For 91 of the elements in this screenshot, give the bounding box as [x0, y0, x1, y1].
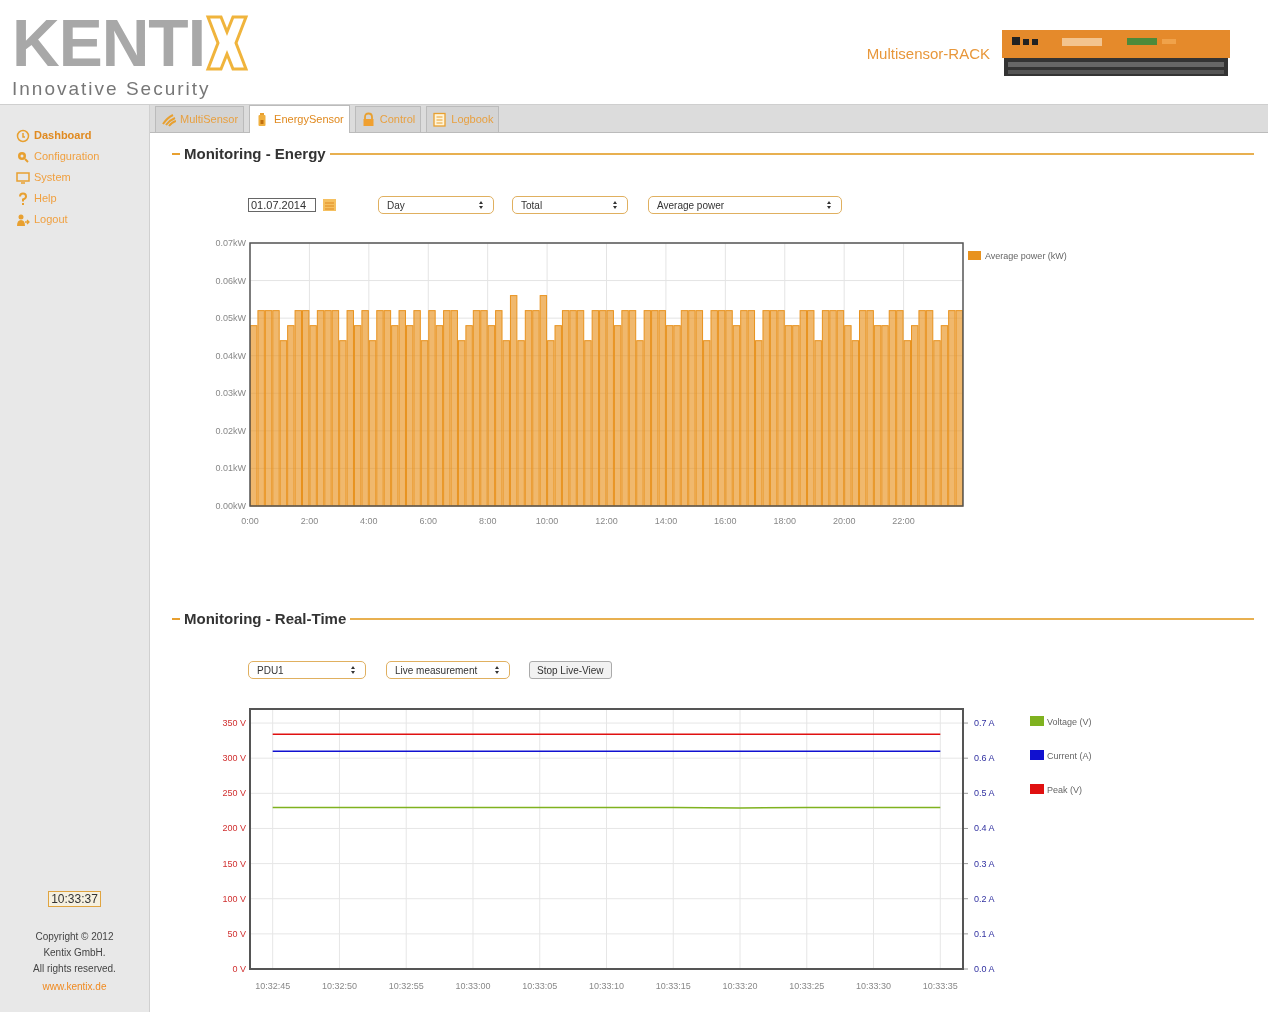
tick-label: 0.03kW — [215, 388, 246, 399]
select-arrows-icon — [611, 199, 619, 211]
tick-label: 18:00 — [773, 516, 796, 526]
tick-label: 10:32:45 — [255, 981, 291, 991]
tick-label: 8:00 — [478, 516, 497, 526]
sidebar-link[interactable]: Configuration — [16, 148, 149, 165]
tick-label: 10:33:10 — [589, 981, 624, 991]
sidebar-link[interactable]: Dashboard — [16, 127, 149, 144]
select-arrows-icon — [825, 199, 833, 211]
tab[interactable]: MultiSensor — [155, 106, 245, 132]
tick-label: 0.05kW — [215, 313, 246, 324]
tab[interactable]: Control — [354, 106, 422, 132]
tick-label: 0.4 A — [974, 823, 995, 834]
tab[interactable]: EnergySensor — [249, 105, 350, 133]
waves-icon — [161, 112, 176, 127]
section-heading: Monitoring - Real-Time — [184, 608, 347, 629]
tick-label: 0:00 — [241, 516, 259, 526]
logout-icon — [16, 212, 30, 227]
tick-label: 250 V — [222, 788, 246, 799]
copyright-text: Kentix GmbH. — [43, 947, 106, 959]
tick-label: 10:33:25 — [789, 981, 825, 991]
tick-label: 20:00 — [832, 516, 856, 526]
select-arrows-icon — [493, 664, 501, 676]
tick-label: 0.01kW — [215, 463, 246, 474]
tick-label: 10:33:30 — [856, 981, 892, 991]
copyright-text: Copyright © 2012 — [35, 931, 114, 943]
tick-label: 0.06kW — [215, 275, 246, 286]
tick-label: 0 V — [232, 964, 246, 974]
dashboard-icon — [16, 128, 30, 143]
date-input[interactable]: 01.07.2014 — [248, 198, 316, 212]
tick-label: 4:00 — [360, 516, 378, 526]
help-icon — [16, 191, 30, 206]
tick-label: 0.00kW — [215, 501, 246, 511]
calendar-icon — [322, 198, 337, 212]
notebook-icon — [432, 112, 448, 127]
monitor-icon — [16, 170, 30, 185]
dropdown[interactable]: Day — [378, 196, 494, 214]
select-arrows-icon — [349, 664, 357, 676]
tick-label: 300 V — [222, 753, 246, 764]
tick-label: 6:00 — [419, 516, 437, 526]
tick-label: 50 V — [227, 928, 246, 939]
tick-label: 0.02kW — [215, 425, 246, 436]
tick-label: 14:00 — [654, 516, 678, 526]
tick-label: 10:32:50 — [321, 981, 357, 991]
dropdown[interactable]: Average power — [648, 196, 842, 214]
tick-label: 10:33:00 — [455, 981, 491, 991]
legend-label: Current (A) — [1047, 751, 1092, 761]
tick-label: 12:00 — [595, 516, 618, 526]
tick-label: 10:33:05 — [522, 981, 558, 991]
stop-live-view-button[interactable]: Stop Live-View — [529, 661, 612, 679]
tick-label: 0.1 A — [974, 928, 995, 939]
dropdown[interactable]: Total — [512, 196, 628, 214]
select-arrows-icon — [477, 199, 485, 211]
clock-display: 10:33:37 — [48, 891, 101, 907]
logo-x-icon — [205, 14, 249, 72]
sidebar-link[interactable]: Help — [16, 190, 149, 207]
tick-label: 0.04kW — [215, 350, 246, 361]
tick-label: 0.0 A — [974, 964, 995, 974]
dropdown[interactable]: Live measurement — [386, 661, 510, 679]
tick-label: 0.6 A — [974, 753, 995, 764]
tick-label: 2:00 — [300, 516, 319, 526]
tick-label: 0.07kW — [215, 238, 246, 248]
tick-label: 0.3 A — [974, 858, 995, 869]
tick-label: 100 V — [222, 893, 246, 904]
tick-label: 0.7 A — [974, 718, 995, 729]
tick-label: 10:32:55 — [388, 981, 424, 991]
tick-label: 10:00 — [535, 516, 559, 526]
website-link[interactable]: www.kentix.de — [42, 979, 107, 994]
sidebar-link[interactable]: Logout — [16, 211, 149, 228]
legend-label: Peak (V) — [1047, 785, 1082, 795]
copyright-text: All rights reserved. — [33, 963, 116, 975]
logo-text: KENTI — [12, 10, 205, 76]
sidebar-link[interactable]: System — [16, 169, 149, 186]
tab[interactable]: Logbook — [426, 106, 500, 132]
tick-label: 16:00 — [714, 516, 737, 526]
tick-label: 0.5 A — [974, 788, 995, 799]
device-name: Multisensor-RACK — [866, 43, 990, 64]
legend-label: Voltage (V) — [1047, 717, 1092, 727]
tick-label: 10:33:15 — [655, 981, 691, 991]
tick-label: 150 V — [222, 858, 246, 869]
tick-label: 10:33:20 — [722, 981, 758, 991]
dropdown[interactable]: PDU1 — [248, 661, 366, 679]
legend-label: Average power (kW) — [985, 251, 1067, 261]
tick-label: 22:00 — [892, 516, 915, 526]
tick-label: 0.2 A — [974, 893, 995, 904]
tick-label: 10:33:35 — [922, 981, 958, 991]
tick-label: 350 V — [222, 718, 246, 729]
section-heading: Monitoring - Energy — [184, 143, 326, 164]
logo-tagline: Innovative Security — [12, 78, 212, 100]
settings-icon — [16, 149, 30, 164]
tick-label: 200 V — [222, 823, 246, 834]
